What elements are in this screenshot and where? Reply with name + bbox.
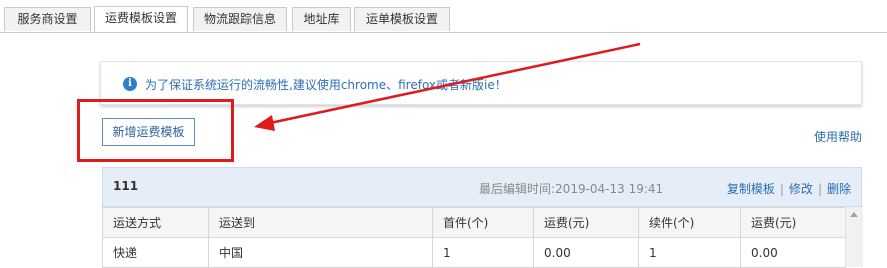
cell-first-items: 1 bbox=[432, 237, 534, 268]
cell-additional-fee: 0.00 bbox=[740, 237, 846, 268]
info-icon: i bbox=[123, 77, 137, 91]
table-header-row: 运送方式 运送到 首件(个) 运费(元) 续件(个) 运费(元) bbox=[102, 207, 846, 238]
delete-template-link[interactable]: 删除 bbox=[827, 182, 851, 196]
col-additional-items: 续件(个) bbox=[638, 207, 741, 238]
col-first-items: 首件(个) bbox=[432, 207, 534, 238]
table-row: 快递 中国 1 0.00 1 0.00 bbox=[102, 237, 846, 268]
copy-template-link[interactable]: 复制模板 bbox=[727, 182, 775, 196]
action-separator: | bbox=[817, 182, 822, 196]
template-name: 111 bbox=[113, 179, 139, 193]
tab-bar: 服务商设置 运费模板设置 物流跟踪信息 地址库 运单模板设置 bbox=[0, 0, 887, 33]
cell-shipping-method: 快递 bbox=[102, 237, 209, 268]
scroll-up-arrow-icon[interactable] bbox=[850, 212, 858, 217]
notice-text: 为了保证系统运行的流畅性,建议使用chrome、firefox或者新版ie！ bbox=[145, 78, 507, 92]
cell-additional-items: 1 bbox=[638, 237, 741, 268]
table-scrollbar[interactable] bbox=[845, 207, 863, 267]
col-additional-fee: 运费(元) bbox=[740, 207, 846, 238]
tab-address-library[interactable]: 地址库 bbox=[292, 7, 351, 31]
tab-freight-template-settings[interactable]: 运费模板设置 bbox=[94, 6, 188, 32]
freight-rule-table: 运送方式 运送到 首件(个) 运费(元) 续件(个) 运费(元) 快递 中国 1… bbox=[102, 207, 846, 268]
template-actions: 复制模板 | 修改 | 删除 bbox=[727, 180, 851, 197]
cell-first-fee: 0.00 bbox=[533, 237, 639, 268]
tab-provider-settings[interactable]: 服务商设置 bbox=[4, 7, 91, 31]
col-ship-to: 运送到 bbox=[208, 207, 433, 238]
cell-ship-to: 中国 bbox=[208, 237, 433, 268]
template-panel-header: 111 最后编辑时间:2019-04-13 19:41 复制模板 | 修改 | 删除 bbox=[102, 167, 862, 207]
tab-logistics-tracking[interactable]: 物流跟踪信息 bbox=[193, 7, 287, 31]
last-edited-time: 最后编辑时间:2019-04-13 19:41 bbox=[479, 182, 664, 196]
tab-waybill-template-settings[interactable]: 运单模板设置 bbox=[354, 7, 450, 31]
annotation-highlight-box bbox=[77, 99, 234, 162]
action-separator: | bbox=[779, 182, 784, 196]
help-link[interactable]: 使用帮助 bbox=[814, 128, 862, 145]
edit-template-link[interactable]: 修改 bbox=[789, 182, 813, 196]
col-first-fee: 运费(元) bbox=[533, 207, 639, 238]
col-shipping-method: 运送方式 bbox=[102, 207, 209, 238]
